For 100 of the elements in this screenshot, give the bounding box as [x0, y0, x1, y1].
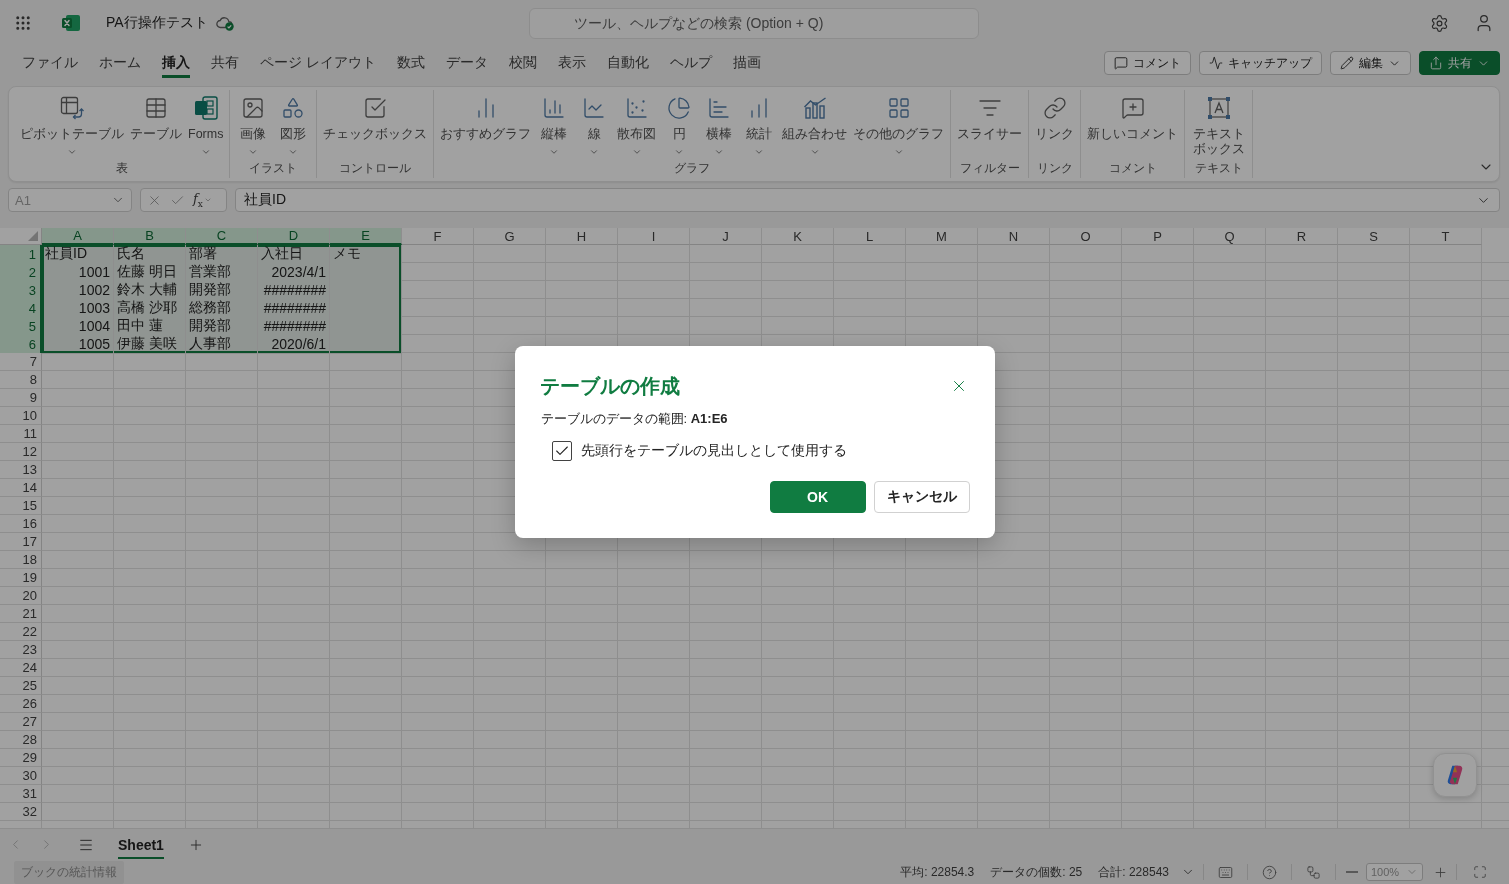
ribbon-button[interactable]: 画像: [233, 92, 274, 157]
insert-function-button[interactable]: f$_{x}$: [193, 191, 212, 209]
link-icon: [1042, 96, 1067, 120]
ribbon-button[interactable]: Forms: [185, 92, 227, 157]
ribbon-button[interactable]: ピボットテーブル: [17, 92, 127, 157]
column-header[interactable]: N: [978, 228, 1050, 245]
menu-tab[interactable]: 数式: [396, 48, 425, 78]
row-header[interactable]: 7: [0, 353, 42, 371]
ribbon-button[interactable]: テキストボックス: [1188, 92, 1250, 157]
workflow-button[interactable]: [1306, 864, 1321, 880]
column-header[interactable]: R: [1266, 228, 1338, 245]
sheet-tab[interactable]: Sheet1: [118, 830, 164, 859]
chevron-down-icon: [203, 196, 212, 204]
table-arrows-icon: [60, 96, 84, 120]
spreadsheet-logo-icon: [62, 14, 80, 32]
plus-icon: [1433, 864, 1448, 880]
primary-button[interactable]: OK: [769, 481, 866, 513]
sheet-cell: 2020/6/1: [258, 335, 330, 354]
toolbar-button[interactable]: 共有: [1419, 51, 1500, 75]
ribbon-button[interactable]: おすすめグラフ: [437, 92, 535, 142]
column-header[interactable]: A: [42, 228, 114, 245]
bar-line-chart-icon: [802, 96, 827, 120]
ribbon-group-label: テキスト: [1194, 161, 1243, 177]
menu-tab[interactable]: ページ レイアウト: [260, 48, 376, 78]
menu-tab[interactable]: 自動化: [606, 48, 649, 78]
menu-tab[interactable]: 描画: [732, 48, 761, 78]
menu-tab[interactable]: 挿入: [162, 48, 190, 78]
column-header[interactable]: E: [330, 228, 402, 245]
ribbon-button[interactable]: スライサー: [954, 92, 1026, 142]
menu-tab[interactable]: ホーム: [99, 48, 141, 78]
status-statistic: 平均: 22854.3: [900, 863, 975, 881]
toolbar-button[interactable]: コメント: [1104, 51, 1191, 75]
formula-input[interactable]: 社員ID: [235, 188, 1500, 212]
column-header[interactable]: D: [258, 228, 330, 245]
ribbon-button[interactable]: 散布図: [614, 92, 660, 157]
ribbon-button[interactable]: テーブル: [127, 92, 185, 142]
scatter-chart-icon: [624, 96, 649, 120]
ribbon-button[interactable]: 図形: [273, 92, 314, 157]
column-header[interactable]: T: [1410, 228, 1482, 245]
settings-icon: [1430, 13, 1449, 33]
ribbon-button[interactable]: 組み合わせ: [779, 92, 851, 157]
ribbon-button[interactable]: リンク: [1032, 92, 1078, 142]
toolbar-button[interactable]: キャッチアップ: [1199, 51, 1322, 75]
toolbar-button[interactable]: 編集: [1330, 51, 1411, 75]
comment-icon: [1114, 56, 1128, 70]
menu-tab[interactable]: データ: [445, 48, 488, 78]
checkbox-label: 先頭行をテーブルの見出しとして使用する: [580, 442, 847, 460]
status-statistic: データの個数: 25: [990, 863, 1083, 881]
checkbox-icon: [363, 96, 388, 120]
ribbon-button[interactable]: チェックボックス: [320, 92, 431, 142]
menu-tab[interactable]: ヘルプ: [669, 48, 712, 78]
ribbon-group-label: コントロール: [339, 161, 412, 177]
status-statistic: 合計: 228543: [1098, 863, 1169, 881]
corner-triangle-icon[interactable]: [28, 231, 38, 241]
column-header[interactable]: J: [690, 228, 762, 245]
column-header[interactable]: I: [618, 228, 690, 245]
menu-tab[interactable]: 校閲: [508, 48, 537, 78]
help-button[interactable]: [1262, 864, 1277, 880]
column-header[interactable]: S: [1338, 228, 1410, 245]
menu-tab[interactable]: 共有: [211, 48, 239, 78]
ribbon-button[interactable]: 横棒: [699, 92, 740, 157]
column-header[interactable]: F: [402, 228, 474, 245]
column-header[interactable]: B: [114, 228, 186, 245]
column-header[interactable]: G: [474, 228, 546, 245]
column-header[interactable]: L: [834, 228, 906, 245]
sheet-cell: 人事部: [186, 335, 258, 354]
settings-button[interactable]: [1430, 13, 1449, 33]
column-header[interactable]: P: [1122, 228, 1194, 245]
menu-tab[interactable]: 表示: [557, 48, 586, 78]
column-header[interactable]: Q: [1194, 228, 1266, 245]
ribbon-button[interactable]: 円: [659, 92, 700, 157]
grid-chart-icon: [886, 96, 911, 120]
help-icon: [1262, 864, 1277, 880]
ribbon-button[interactable]: その他のグラフ: [850, 92, 948, 157]
column-header[interactable]: O: [1050, 228, 1122, 245]
ribbon-button[interactable]: 統計: [739, 92, 780, 157]
activity-icon: [1209, 56, 1223, 70]
form-document-icon: [193, 96, 218, 120]
column-header[interactable]: M: [906, 228, 978, 245]
column-header[interactable]: H: [546, 228, 618, 245]
app-launcher-button[interactable]: [14, 14, 32, 32]
menu-tab[interactable]: ファイル: [22, 48, 78, 78]
keyboard-icon: [1218, 864, 1233, 880]
image-icon: [241, 96, 266, 120]
keyboard-button[interactable]: [1218, 864, 1233, 880]
column-header[interactable]: K: [762, 228, 834, 245]
dialog-title: テーブルの作成: [539, 374, 680, 399]
column-header[interactable]: C: [186, 228, 258, 245]
fullscreen-button[interactable]: [1473, 865, 1487, 879]
ribbon-button[interactable]: 縦棒: [534, 92, 575, 157]
fullscreen-icon: [1473, 865, 1487, 879]
search-field[interactable]: ツール、ヘルプなどの検索 (Option + Q): [529, 7, 979, 39]
minus-icon: [1346, 871, 1358, 873]
ribbon-button[interactable]: 線: [574, 92, 615, 157]
checkbox[interactable]: [551, 441, 572, 461]
assistant-button[interactable]: [1433, 753, 1477, 797]
text-box-icon: [1206, 96, 1231, 120]
ribbon-button[interactable]: 新しいコメント: [1084, 92, 1182, 142]
zoom-in-button[interactable]: [1433, 864, 1448, 880]
secondary-button[interactable]: キャンセル: [873, 481, 970, 513]
